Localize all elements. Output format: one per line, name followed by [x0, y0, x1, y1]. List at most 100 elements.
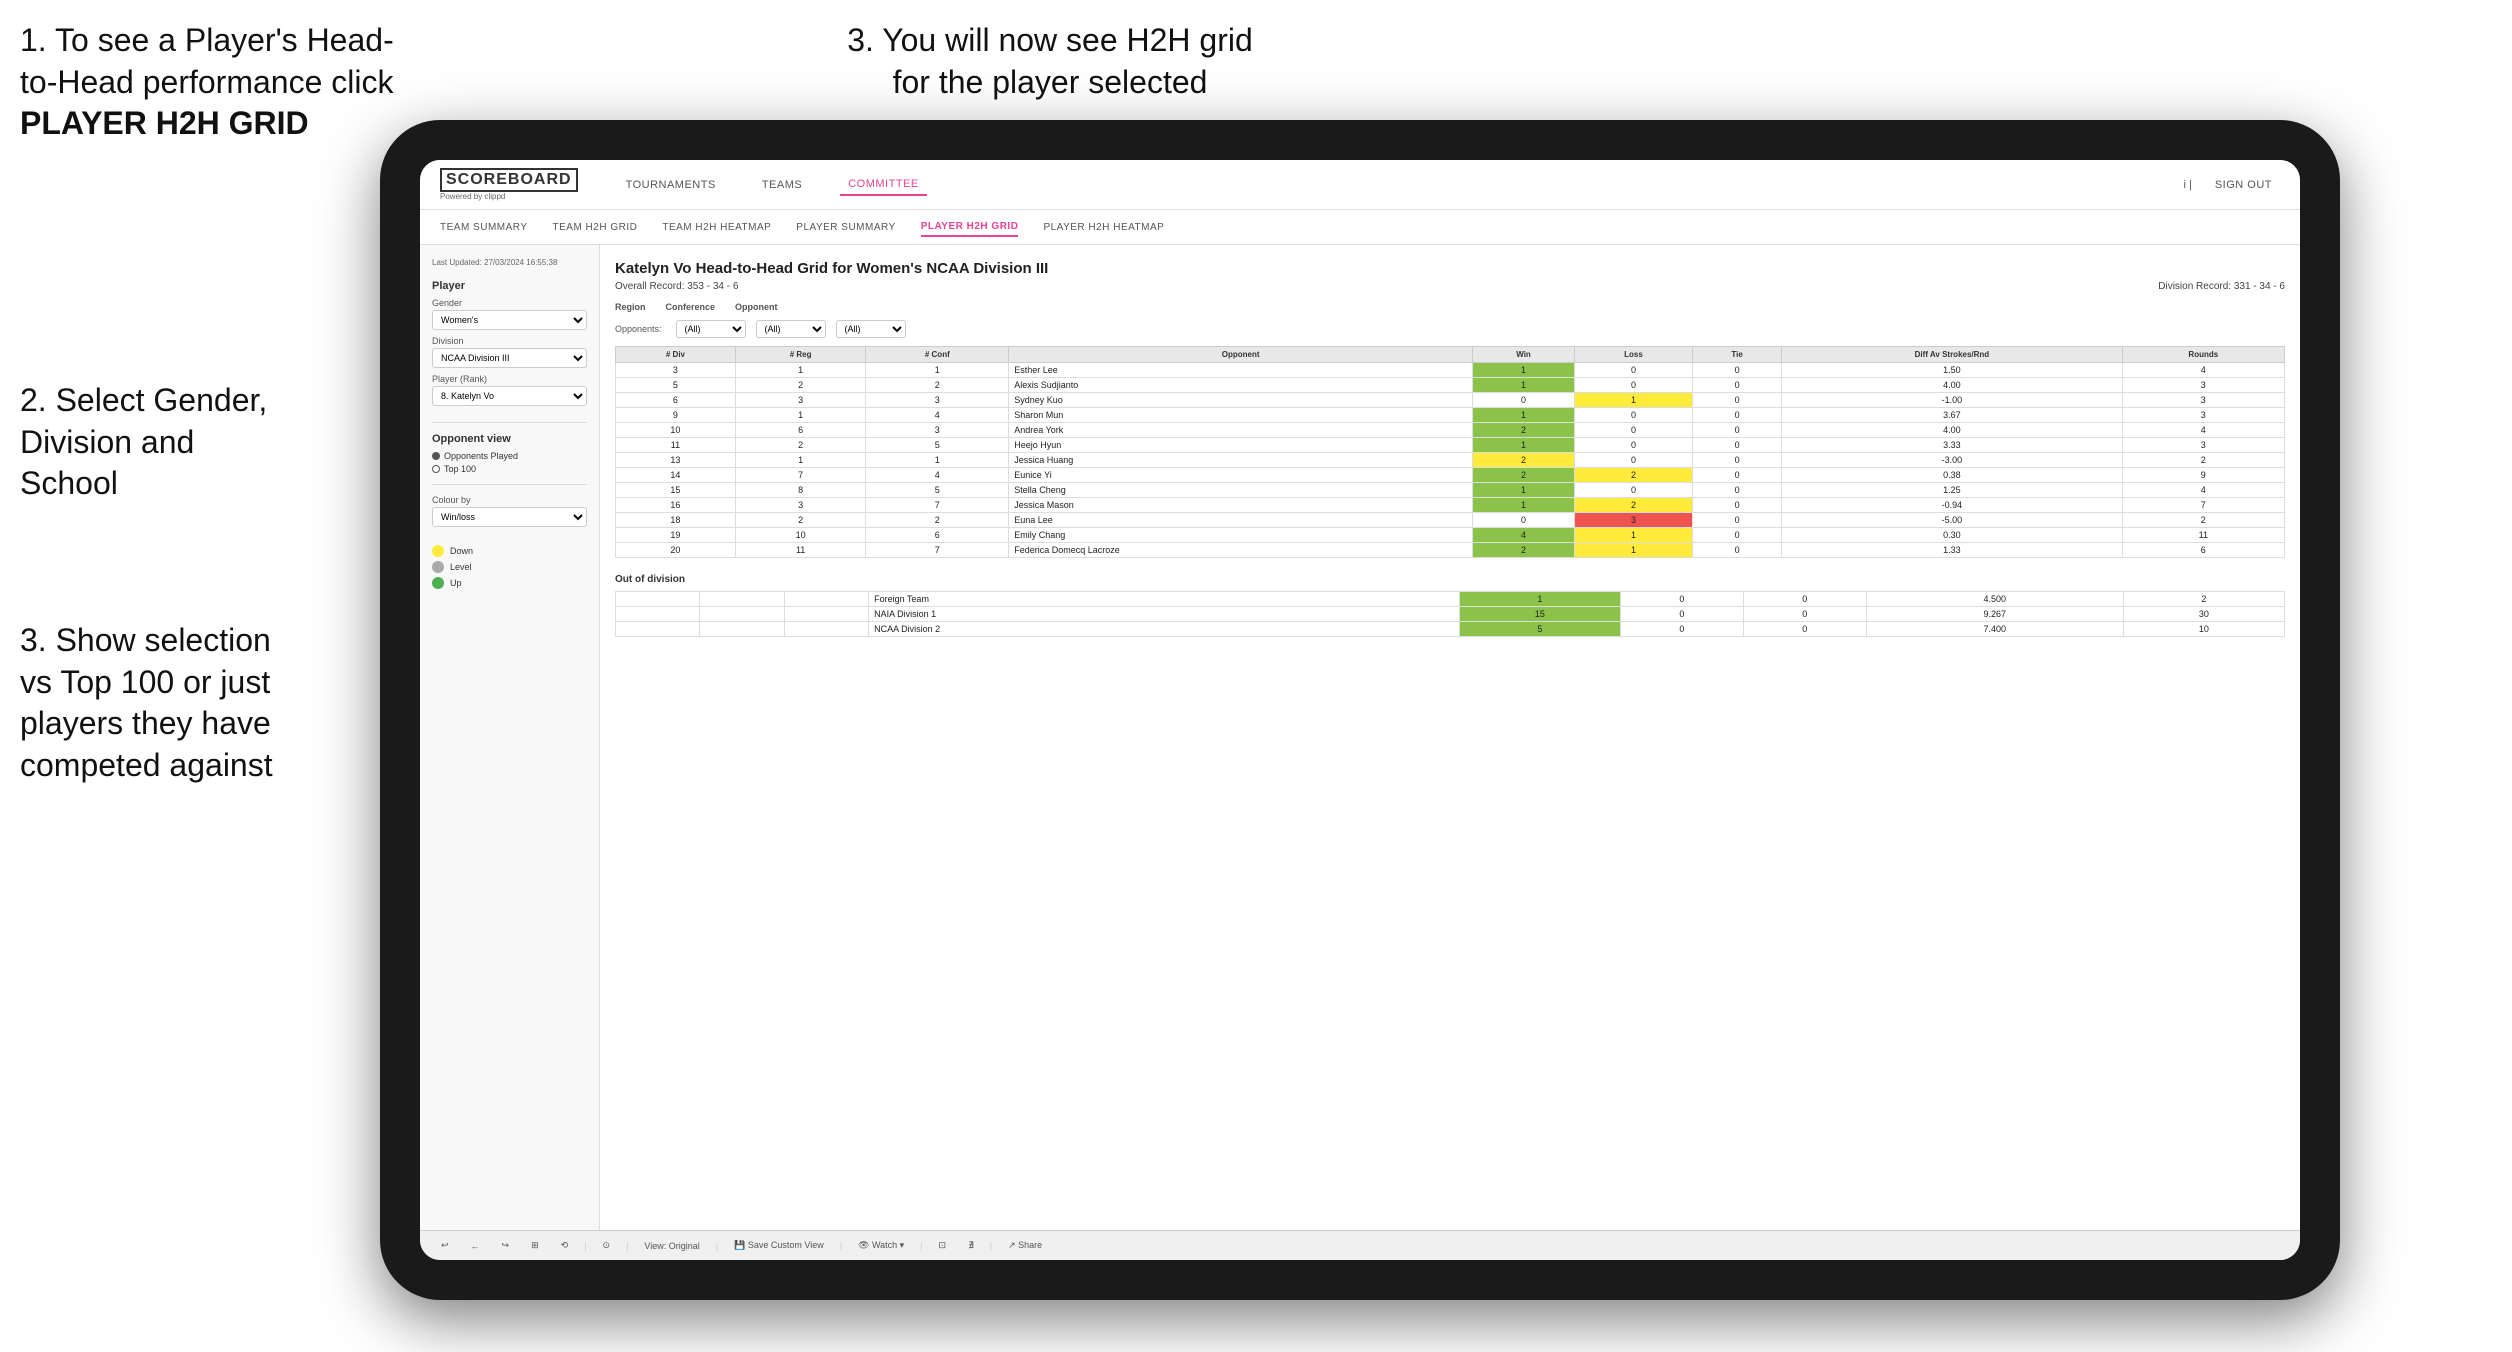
- toolbar-undo[interactable]: ↩: [435, 1238, 455, 1253]
- sidebar-colour-select[interactable]: Win/loss: [432, 507, 587, 527]
- toolbar-share[interactable]: ↗ Share: [1002, 1238, 1048, 1253]
- toolbar-layout[interactable]: ⊡: [933, 1238, 953, 1253]
- nav-committee[interactable]: COMMITTEE: [840, 174, 927, 196]
- cell-rounds: 9: [2122, 468, 2284, 483]
- sidebar-division-select[interactable]: NCAA Division III NCAA Division I NCAA D…: [432, 348, 587, 368]
- toolbar-clock[interactable]: ⊙: [597, 1238, 617, 1253]
- sidebar-opponent-view-title: Opponent view: [432, 433, 587, 445]
- cell-conf: 3: [866, 423, 1009, 438]
- sidebar-division-label: Division: [432, 336, 587, 346]
- filter-opp-select[interactable]: (All): [836, 320, 906, 338]
- cell-reg: 3: [735, 498, 866, 513]
- cell-loss: 1: [1574, 528, 1692, 543]
- color-row-down: Down: [432, 545, 587, 557]
- cell-tie: 0: [1693, 513, 1782, 528]
- subnav-player-summary[interactable]: PLAYER SUMMARY: [796, 219, 895, 236]
- cell-diff: 4.500: [1866, 592, 2123, 607]
- division-record: Division Record: 331 - 34 - 6: [2158, 281, 2285, 292]
- col-rounds: Rounds: [2122, 347, 2284, 363]
- cell-div: 14: [616, 468, 736, 483]
- cell-win: 15: [1459, 607, 1620, 622]
- table-row: 9 1 4 Sharon Mun 1 0 0 3.67 3: [616, 408, 2285, 423]
- nav-signout[interactable]: Sign out: [2207, 175, 2280, 195]
- cell-reg: 11: [735, 543, 866, 558]
- filter-conf-select[interactable]: (All): [756, 320, 826, 338]
- cell-name: Andrea York: [1009, 423, 1473, 438]
- table-row: 19 10 6 Emily Chang 4 1 0 0.30 11: [616, 528, 2285, 543]
- sidebar-timestamp: Last Updated: 27/03/2024 16:55:38: [432, 257, 587, 268]
- col-div: # Div: [616, 347, 736, 363]
- subnav-player-h2h-heatmap[interactable]: PLAYER H2H HEATMAP: [1043, 219, 1164, 236]
- col-tie: Tie: [1693, 347, 1782, 363]
- cell-div: 5: [616, 378, 736, 393]
- grid-title: Katelyn Vo Head-to-Head Grid for Women's…: [615, 260, 2285, 277]
- cell-diff: 1.50: [1782, 363, 2122, 378]
- cell-conf: [784, 607, 868, 622]
- cell-win: 1: [1473, 363, 1575, 378]
- cell-name: Foreign Team: [869, 592, 1460, 607]
- sidebar-gender-select[interactable]: Women's Men's: [432, 310, 587, 330]
- cell-name: Heejo Hyun: [1009, 438, 1473, 453]
- toolbar-refresh[interactable]: ⟲: [555, 1238, 575, 1253]
- toolbar-back[interactable]: ←: [465, 1239, 486, 1253]
- filter-region-select[interactable]: (All): [676, 320, 746, 338]
- radio-opponents-played[interactable]: Opponents Played: [432, 451, 587, 461]
- toolbar-alert[interactable]: ∄: [962, 1238, 980, 1253]
- cell-rounds: 4: [2122, 483, 2284, 498]
- toolbar-sep6: |: [990, 1241, 992, 1251]
- cell-rounds: 3: [2122, 378, 2284, 393]
- cell-name: Stella Cheng: [1009, 483, 1473, 498]
- cell-div: 9: [616, 408, 736, 423]
- subnav-team-h2h-grid[interactable]: TEAM H2H GRID: [553, 219, 638, 236]
- cell-diff: 3.33: [1782, 438, 2122, 453]
- table-row: 20 11 7 Federica Domecq Lacroze 2 1 0 1.…: [616, 543, 2285, 558]
- subnav-team-summary[interactable]: TEAM SUMMARY: [440, 219, 528, 236]
- sidebar-colour-label: Colour by: [432, 495, 587, 505]
- toolbar-grid-icon[interactable]: ⊞: [525, 1238, 545, 1253]
- cell-conf: 5: [866, 483, 1009, 498]
- radio-top100[interactable]: Top 100: [432, 464, 587, 474]
- toolbar-watch[interactable]: 👁 Watch ▾: [852, 1238, 910, 1253]
- col-win: Win: [1473, 347, 1575, 363]
- cell-diff: 1.25: [1782, 483, 2122, 498]
- toolbar-save-custom[interactable]: 💾 Save Custom View: [728, 1238, 830, 1253]
- out-of-division-table: Foreign Team 1 0 0 4.500 2 NAIA Division…: [615, 591, 2285, 637]
- color-label-up: Up: [450, 578, 462, 588]
- table-row: 5 2 2 Alexis Sudjianto 1 0 0 4.00 3: [616, 378, 2285, 393]
- grid-area: Katelyn Vo Head-to-Head Grid for Women's…: [600, 245, 2300, 1230]
- color-legend: Down Level Up: [432, 545, 587, 589]
- col-diff: Diff Av Strokes/Rnd: [1782, 347, 2122, 363]
- overall-record-label: Overall Record:: [615, 281, 684, 292]
- cell-name: Eunice Yi: [1009, 468, 1473, 483]
- cell-rounds: 3: [2122, 438, 2284, 453]
- cell-diff: -1.00: [1782, 393, 2122, 408]
- cell-reg: [700, 592, 784, 607]
- cell-diff: 1.33: [1782, 543, 2122, 558]
- navbar: SCOREBOARD Powered by clippd TOURNAMENTS…: [420, 160, 2300, 210]
- toolbar-redo[interactable]: ↪: [496, 1238, 516, 1253]
- cell-name: Sydney Kuo: [1009, 393, 1473, 408]
- division-record-label: Division Record:: [2158, 281, 2231, 292]
- subnav-team-h2h-heatmap[interactable]: TEAM H2H HEATMAP: [662, 219, 771, 236]
- sidebar: Last Updated: 27/03/2024 16:55:38 Player…: [420, 245, 600, 1230]
- sidebar-player-select[interactable]: 8. Katelyn Vo: [432, 386, 587, 406]
- nav-tournaments[interactable]: TOURNAMENTS: [618, 175, 724, 195]
- cell-loss: 0: [1574, 453, 1692, 468]
- bottom-toolbar: ↩ ← ↪ ⊞ ⟲ | ⊙ | View: Original | 💾 Save …: [420, 1230, 2300, 1260]
- sidebar-divider-1: [432, 422, 587, 423]
- instruction-step1: 1. To see a Player's Head- to-Head perfo…: [20, 20, 400, 145]
- toolbar-sep3: |: [716, 1241, 718, 1251]
- cell-loss: 0: [1574, 378, 1692, 393]
- table-row: 14 7 4 Eunice Yi 2 2 0 0.38 9: [616, 468, 2285, 483]
- cell-tie: 0: [1693, 438, 1782, 453]
- cell-name: Jessica Huang: [1009, 453, 1473, 468]
- filter-region: Region: [615, 302, 646, 312]
- cell-win: 4: [1473, 528, 1575, 543]
- subnav-player-h2h-grid[interactable]: PLAYER H2H GRID: [921, 218, 1019, 237]
- nav-teams[interactable]: TEAMS: [754, 175, 810, 195]
- opponents-label: Opponents:: [615, 324, 662, 334]
- cell-tie: 0: [1693, 378, 1782, 393]
- color-label-down: Down: [450, 546, 473, 556]
- cell-conf: [784, 592, 868, 607]
- toolbar-view-original[interactable]: View: Original: [638, 1239, 705, 1253]
